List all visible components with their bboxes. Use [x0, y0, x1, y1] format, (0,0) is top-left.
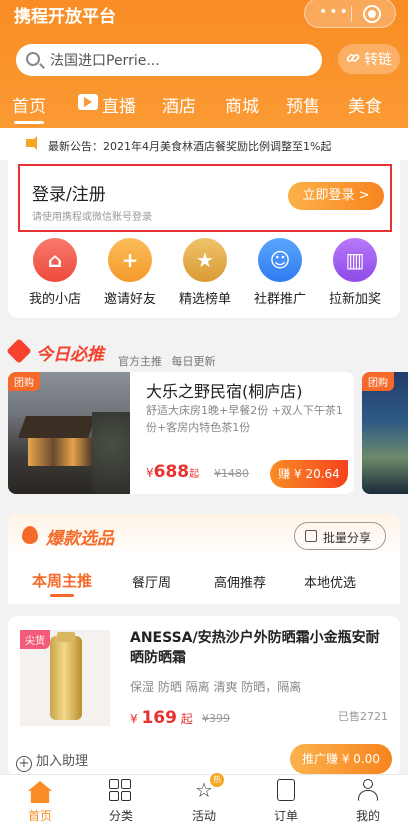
- nav-mine[interactable]: 我的: [338, 779, 398, 824]
- shortcut-label: 精选榜单: [178, 292, 231, 307]
- header: 携程开放平台 ••• 转链 首页 直播 酒店 商城 预售 美食: [0, 0, 408, 128]
- hotel-price: ¥688起: [146, 462, 200, 482]
- order-icon: [277, 779, 295, 801]
- speaker-icon: [26, 136, 37, 150]
- search-icon: [26, 52, 40, 66]
- product-tags: 保湿 防晒 隔离 清爽 防晒，隔离: [130, 680, 302, 694]
- tab-high-commission[interactable]: 高佣推荐: [214, 572, 266, 591]
- product-price: ¥ 169 起: [130, 708, 193, 728]
- group-buy-tag: 团购: [8, 372, 40, 391]
- nav-orders[interactable]: 订单: [256, 779, 316, 824]
- hotel-card-next[interactable]: 团购: [362, 372, 408, 494]
- login-title[interactable]: 登录/注册: [32, 180, 106, 205]
- hotel-original-price: ¥1480: [214, 467, 249, 480]
- product-sold-count: 已售2721: [338, 710, 388, 723]
- tab-live[interactable]: 直播: [102, 92, 136, 122]
- nav-category[interactable]: 分类: [91, 779, 151, 824]
- badge-icon: [6, 338, 32, 364]
- login-subtitle: 请使用携程或微信账号登录: [32, 212, 152, 223]
- community-icon: ☺: [258, 238, 302, 282]
- main-card: 登录/注册 请使用携程或微信账号登录 立即登录 > ⌂ 我的小店 + 邀请好友 …: [8, 160, 400, 318]
- shortcut-label: 拉新加奖: [328, 292, 381, 307]
- today-title: 今日必推: [36, 345, 104, 365]
- announcement-bar[interactable]: 最新公告：2021年4月美食林酒店餐奖励比例调整至1%起: [0, 128, 408, 160]
- shortcut-invite[interactable]: + 邀请好友: [91, 238, 169, 307]
- batch-share-label: 批量分享: [323, 531, 372, 545]
- invite-user-icon: +: [108, 238, 152, 282]
- tab-local-picks[interactable]: 本地优选: [304, 572, 356, 591]
- product-original-price: ¥399: [202, 712, 230, 725]
- plus-icon: +: [16, 756, 32, 772]
- capsule-divider: [351, 6, 352, 22]
- shortcut-community[interactable]: ☺ 社群推广: [241, 238, 319, 307]
- more-icon[interactable]: •••: [319, 5, 350, 19]
- convert-link-button[interactable]: 转链: [338, 44, 400, 74]
- search-bar[interactable]: [16, 44, 322, 76]
- grid-icon: [109, 779, 133, 803]
- shortcut-label: 邀请好友: [103, 292, 156, 307]
- announcement-text: 最新公告：2021年4月美食林酒店餐奖励比例调整至1%起: [48, 140, 332, 153]
- today-tags: 官方主推 每日更新: [118, 355, 216, 368]
- close-miniprogram-icon[interactable]: [363, 5, 381, 23]
- tab-presale[interactable]: 预售: [286, 92, 320, 122]
- shortcut-ranking[interactable]: ★ 精选榜单: [166, 238, 244, 307]
- app-title: 携程开放平台: [14, 7, 116, 27]
- add-to-assistant-button[interactable]: + 加入助理: [16, 750, 88, 772]
- search-input[interactable]: [50, 44, 310, 76]
- user-icon: [357, 779, 379, 801]
- hot-picks-tabs: 本周主推 餐厅周 高佣推荐 本地优选: [8, 570, 400, 604]
- building-icon: ▥: [333, 238, 377, 282]
- mini-program-capsule: •••: [304, 0, 396, 28]
- tab-hotel[interactable]: 酒店: [162, 92, 196, 122]
- product-name: ANESSA/安热沙户外防晒霜小金瓶安耐晒防晒霜: [130, 630, 380, 666]
- shortcut-label: 社群推广: [253, 292, 306, 307]
- bottom-nav: 首页 分类 ☆ 热 活动 订单 我的: [0, 773, 408, 828]
- hot-picks-header: 爆款选品 批量分享: [8, 514, 400, 558]
- hot-picks-section: 爆款选品 批量分享 本周主推 餐厅周 高佣推荐 本地优选: [8, 514, 400, 604]
- premium-tag: 尖货: [20, 630, 50, 649]
- login-button[interactable]: 立即登录 >: [288, 182, 384, 210]
- medal-icon: ★: [183, 238, 227, 282]
- shortcut-my-shop[interactable]: ⌂ 我的小店: [16, 238, 94, 307]
- product-image: 尖货: [20, 630, 110, 726]
- hotel-description: 舒适大床房1晚+早餐2份 +双人下午茶1份+客房内特色茶1份: [146, 404, 343, 434]
- fire-icon: [22, 526, 38, 544]
- nav-home[interactable]: 首页: [10, 779, 70, 824]
- convert-link-label: 转链: [364, 52, 392, 68]
- batch-share-button[interactable]: 批量分享: [294, 522, 386, 550]
- tab-weekly-main[interactable]: 本周主推: [32, 570, 92, 597]
- hot-picks-title: 爆款选品: [46, 529, 114, 549]
- tab-mall[interactable]: 商城: [225, 92, 259, 122]
- product-card[interactable]: 尖货 ANESSA/安热沙户外防晒霜小金瓶安耐晒防晒霜 保湿 防晒 隔离 清爽 …: [8, 616, 400, 778]
- hotel-name: 大乐之野民宿(桐庐店): [146, 382, 303, 401]
- shop-icon: ⌂: [33, 238, 77, 282]
- link-icon: [346, 54, 360, 62]
- tab-food[interactable]: 美食: [348, 92, 382, 122]
- earn-commission-button[interactable]: 赚 ¥ 20.64: [270, 460, 348, 488]
- nav-activity[interactable]: ☆ 热 活动: [174, 773, 234, 824]
- top-tabs: 首页 直播 酒店 商城 预售 美食: [0, 92, 408, 126]
- tab-restaurant-week[interactable]: 餐厅周: [132, 572, 171, 591]
- home-icon: [28, 781, 52, 803]
- shortcut-new-user[interactable]: ▥ 拉新加奖: [316, 238, 394, 307]
- shortcut-label: 我的小店: [28, 292, 81, 307]
- hot-badge: 热: [210, 773, 224, 787]
- hotel-card[interactable]: 团购 大乐之野民宿(桐庐店) 舒适大床房1晚+早餐2份 +双人下午茶1份+客房内…: [8, 372, 354, 494]
- share-icon: [305, 530, 317, 542]
- live-icon: [78, 94, 98, 110]
- today-recommend-section: 今日必推 官方主推 每日更新 团购 大乐之野民宿(桐庐店) 舒适大床房1晚+早餐…: [0, 334, 408, 504]
- login-section: 登录/注册 请使用携程或微信账号登录 立即登录 >: [18, 164, 392, 232]
- promote-earn-button[interactable]: 推广赚 ¥ 0.00: [290, 744, 392, 774]
- shortcut-grid: ⌂ 我的小店 + 邀请好友 ★ 精选榜单 ☺ 社群推广 ▥ 拉新加奖: [8, 238, 400, 314]
- tab-home[interactable]: 首页: [12, 92, 46, 124]
- group-buy-tag: 团购: [362, 372, 394, 391]
